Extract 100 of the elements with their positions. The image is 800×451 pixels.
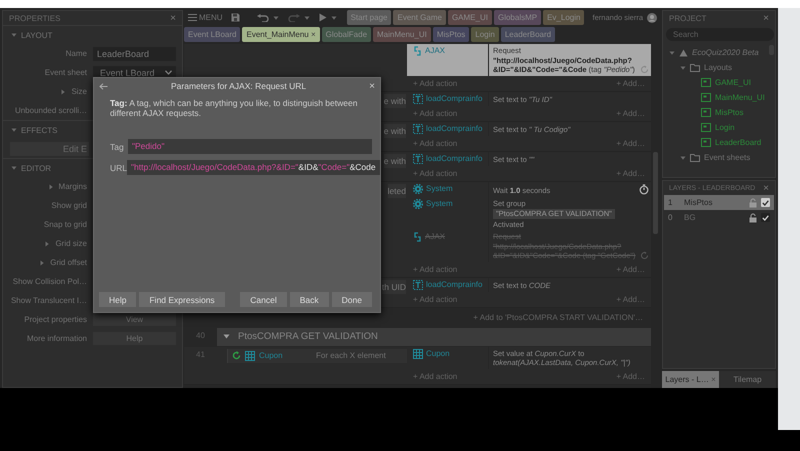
text-object-icon [413,124,423,134]
back-arrow-icon[interactable] [99,82,108,90]
group-header[interactable]: PtosCOMPRA GET VALIDATION [217,328,651,346]
text-object-icon [413,154,423,164]
object-name: System [426,184,453,192]
layer-number: 0 [668,213,674,222]
object-name: loadComprainfo [426,154,482,162]
checkmark-icon [762,200,769,206]
editor-tab[interactable]: GlobalFade [322,27,372,42]
condition-text: e with [384,94,406,108]
layout-icon [701,108,711,117]
parameter-label: URL [110,162,128,172]
ajax-icon [413,232,422,242]
folder-icon [690,154,700,162]
save-icon[interactable] [230,13,240,22]
dialog-button[interactable]: Done [332,292,372,307]
parameter-description: Tag: A tag, which can be anything you like, to distinguish between different AJAX requests. [110,98,358,118]
undo-icon[interactable] [256,14,269,22]
expand-arrow-icon [48,184,54,190]
dialog-button[interactable]: Cancel [240,292,287,307]
layer-row[interactable]: 0 BG [664,210,774,225]
tree-item[interactable]: MisPtos [715,108,744,117]
layout-icon [701,93,711,102]
close-button[interactable]: × [763,182,769,194]
menu-icon [188,14,197,21]
text-object-icon [413,280,423,290]
panel-title: PROPERTIES [9,14,60,22]
object-name: System [426,198,453,208]
layer-row[interactable]: 1 MisPtos [664,195,774,210]
object-name: AJAX [425,46,446,55]
gear-icon [413,198,423,208]
grid-icon [245,350,255,360]
condition-text: For each X element [316,351,387,360]
editor-tab[interactable]: Event Game [393,10,446,25]
chevron-icon [165,70,172,75]
close-button[interactable]: × [369,80,375,92]
avatar-icon [647,12,657,22]
editor-tab[interactable]: GlobalsMP [494,10,542,25]
layout-icon [701,78,711,87]
parameter-field[interactable]: "http://localhost/Juego/CodeData.php?&ID="&ID&"Code="&Code [127,160,380,175]
property-label: Unbounded scrolli… [14,106,87,115]
name-field[interactable]: LeaderBoard [93,46,176,60]
property-label: Show Collision Pol… [12,277,87,286]
dialog-button[interactable]: Find Expressions [139,292,225,307]
editor-tab[interactable]: Event_MainMenu × [242,27,320,42]
play-icon[interactable] [318,13,327,22]
property-label: Show Translucent I… [10,296,87,305]
property-label: Event sheet [44,68,87,77]
editor-tab[interactable]: MisPtos [432,27,470,42]
object-name: Cupon [426,348,450,358]
menu-button[interactable]: MENU [184,13,227,22]
object-name: loadComprainfo [426,280,482,288]
add-to-group-link[interactable]: + Add to 'PtosCOMPRA START VALIDATION'… [473,312,643,322]
property-button[interactable]: Help [93,332,176,345]
panel-tab[interactable]: Layers - L… × [662,371,719,388]
panel-title: PROJECT [669,14,706,22]
text-object-icon [413,94,423,104]
section-header[interactable]: LAYOUT [3,25,182,44]
close-button[interactable]: × [170,12,176,24]
layer-name: BG [684,213,697,222]
parameter-field[interactable]: "Pedido" [128,139,372,154]
triangle-logo-icon [679,48,688,56]
editor-tab[interactable]: MainMenu_UI [373,27,431,42]
dialog-button[interactable]: Back [290,292,329,307]
layout-icon [701,123,711,132]
tree-item[interactable]: MainMenu_UI [715,93,765,102]
dialog-button[interactable]: Help [99,292,136,307]
tree-item[interactable]: Layouts [704,63,732,72]
layer-number: 1 [668,198,674,207]
close-button[interactable]: × [763,12,769,24]
condition-text: th UID [382,280,406,294]
editor-tab[interactable]: Ev_Login [543,10,584,25]
property-label: Margins [58,182,87,191]
object-name: loadComprainfo [426,94,482,102]
editor-tab[interactable]: Event LBoard [184,27,240,42]
parameter-label: Tag [110,142,125,152]
search-field[interactable]: Search [666,28,774,41]
editor-tab[interactable]: Login [471,27,499,42]
panel-tab[interactable]: Tilemap [719,371,776,388]
checkmark-icon [762,214,769,220]
caret-icon [272,14,279,20]
property-label: Grid offset [50,258,87,267]
expand-arrow-icon [60,88,66,94]
tree-item[interactable]: LeaderBoard [715,138,762,147]
object-name: Cupon [259,351,283,360]
property-label: More information [26,334,87,343]
caret-icon [304,14,310,20]
property-label: Grid size [55,239,87,248]
property-label: Name [66,49,87,58]
editor-tab[interactable]: LeaderBoard [500,27,556,42]
tree-item[interactable]: EcoQuiz2020 Beta [692,48,759,57]
visibility-checkbox[interactable] [761,198,770,207]
tree-item[interactable]: Login [715,123,735,132]
tree-item[interactable]: GAME_UI [715,78,752,87]
condition-block[interactable]: Cupon For each X element [227,348,407,362]
condition-text: e with [384,124,406,138]
tree-item[interactable]: Event sheets [704,153,750,162]
property-label: Snap to grid [44,220,87,229]
editor-tab[interactable]: GAME_UI [448,10,492,25]
padlock-icon[interactable] [749,212,757,222]
